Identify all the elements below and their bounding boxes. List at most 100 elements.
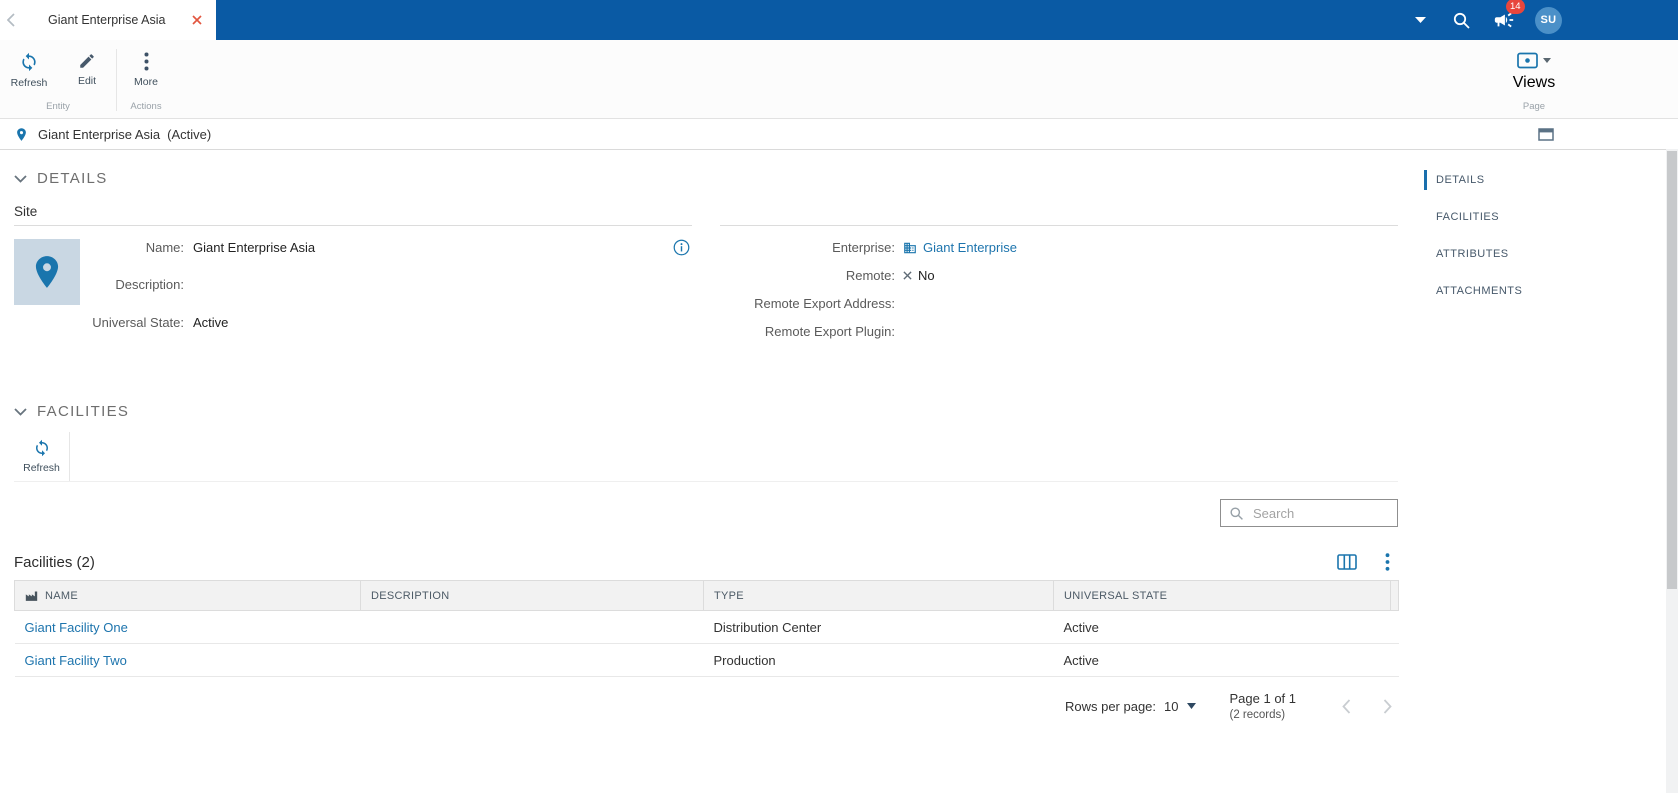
- column-header-universal-state[interactable]: UNIVERSAL STATE: [1053, 580, 1391, 611]
- remote-value: No: [903, 267, 1017, 284]
- site-subsection-title: Site: [14, 204, 38, 219]
- group-caption-entity: Entity: [46, 101, 70, 112]
- application-window: Giant Enterprise Asia 14 SU Refresh Edit…: [0, 0, 1678, 793]
- location-pin-icon: [17, 128, 26, 141]
- views-label: Views: [1512, 74, 1556, 91]
- topbar-actions: 14 SU: [1415, 0, 1562, 40]
- ribbon-toolbar: Refresh Edit Entity More Actions Views P…: [0, 40, 1678, 119]
- topbar: Giant Enterprise Asia 14 SU: [0, 0, 1678, 40]
- refresh-label: Refresh: [10, 77, 48, 89]
- name-value: Giant Enterprise Asia: [193, 240, 316, 255]
- facilities-search-box: [1220, 499, 1398, 527]
- cell-name: Giant Facility Two: [14, 643, 361, 677]
- grid-menu-button[interactable]: [1385, 553, 1390, 571]
- edit-label: Edit: [77, 75, 97, 87]
- cell-filler: [1390, 610, 1399, 644]
- page-label: Page 1 of 1: [1229, 691, 1297, 706]
- cell-type: Distribution Center: [703, 610, 1054, 644]
- nav-item-attachments[interactable]: ATTACHMENTS: [1424, 281, 1564, 301]
- chevron-left-icon: [1342, 698, 1351, 714]
- cell-description: [360, 643, 704, 677]
- cell-universal-state: Active: [1053, 643, 1391, 677]
- previous-page-button[interactable]: [1342, 698, 1351, 714]
- refresh-icon: [35, 439, 48, 457]
- entity-title: Giant Enterprise Asia: [38, 127, 161, 142]
- avatar[interactable]: SU: [1535, 6, 1562, 34]
- vertical-scrollbar[interactable]: [1666, 149, 1678, 793]
- remote-label: Remote:: [845, 268, 895, 283]
- facilities-toolbar: Refresh: [14, 432, 1398, 482]
- x-mark-icon: [903, 271, 912, 280]
- scrollbar-thumb[interactable]: [1667, 151, 1677, 589]
- facilities-list-title: Facilities (2): [14, 553, 95, 571]
- facilities-section-header[interactable]: FACILITIES: [14, 403, 1398, 420]
- cell-description: [360, 610, 704, 644]
- info-button[interactable]: [673, 239, 690, 256]
- pencil-icon: [80, 54, 94, 68]
- remote-export-address-label: Remote Export Address:: [754, 296, 895, 311]
- facilities-refresh-label: Refresh: [23, 462, 60, 474]
- chevron-down-icon: [14, 174, 27, 183]
- vertical-dots-icon: [1385, 553, 1390, 571]
- views-icon: [1517, 52, 1538, 69]
- main-content: DETAILS Site Name: Giant Enterprise Asia…: [0, 150, 1412, 721]
- site-image: [14, 239, 80, 305]
- table-header-row: NAME DESCRIPTION TYPE UNIVERSAL STATE: [14, 580, 1399, 611]
- nav-item-details[interactable]: DETAILS: [1424, 170, 1564, 190]
- rows-per-page-control[interactable]: Rows per page: 10: [1065, 699, 1196, 714]
- remote-value-text: No: [918, 268, 935, 283]
- notification-badge: 14: [1506, 0, 1525, 14]
- facilities-section: FACILITIES Refresh Facilities (2): [0, 340, 1412, 721]
- info-icon: [673, 239, 690, 256]
- column-header-description[interactable]: DESCRIPTION: [360, 580, 704, 611]
- details-section-header[interactable]: DETAILS: [14, 170, 1398, 187]
- facilities-refresh-button[interactable]: Refresh: [14, 432, 70, 481]
- facility-link[interactable]: Giant Facility One: [25, 620, 128, 635]
- column-header-type[interactable]: TYPE: [703, 580, 1054, 611]
- caret-down-icon: [1543, 58, 1551, 63]
- views-button[interactable]: Views: [1502, 44, 1566, 101]
- facility-icon: [25, 591, 38, 601]
- tab-list-dropdown-button[interactable]: [1415, 17, 1426, 23]
- caret-down-icon: [1415, 17, 1426, 23]
- global-search-button[interactable]: [1452, 11, 1471, 30]
- refresh-icon: [22, 52, 36, 72]
- details-right-column: Enterprise: Giant Enterprise Remote: No …: [720, 225, 1398, 340]
- facilities-list-header: Facilities (2): [14, 553, 1398, 571]
- building-icon: [904, 242, 916, 253]
- open-in-window-button[interactable]: [1538, 128, 1554, 141]
- records-label: (2 records): [1229, 709, 1286, 721]
- facility-link[interactable]: Giant Facility Two: [25, 653, 127, 668]
- enterprise-link[interactable]: Giant Enterprise: [923, 239, 1017, 256]
- next-page-button[interactable]: [1383, 698, 1392, 714]
- caret-down-icon: [1186, 703, 1196, 709]
- document-tab[interactable]: Giant Enterprise Asia: [22, 0, 216, 40]
- tab-scroll-left-button[interactable]: [0, 0, 22, 40]
- location-pin-icon: [35, 256, 59, 288]
- details-left-column: Name: Giant Enterprise Asia Description:…: [14, 225, 692, 340]
- section-nav: DETAILS FACILITIES ATTRIBUTES ATTACHMENT…: [1424, 170, 1564, 318]
- toolbar-group-page: Views Page: [1502, 40, 1566, 118]
- edit-button[interactable]: Edit: [58, 44, 116, 101]
- more-button[interactable]: More: [117, 44, 175, 101]
- popup-window-icon: [1538, 128, 1554, 141]
- universal-state-label: Universal State:: [92, 314, 184, 330]
- column-header-name[interactable]: NAME: [14, 580, 361, 611]
- facilities-search-input[interactable]: [1251, 504, 1389, 522]
- cell-filler: [1390, 643, 1399, 677]
- tab-close-button[interactable]: [188, 12, 206, 28]
- group-caption-page: Page: [1522, 101, 1546, 112]
- nav-item-attributes[interactable]: ATTRIBUTES: [1424, 244, 1564, 264]
- table-row: Giant Facility Two Production Active: [14, 643, 1399, 677]
- toolbar-group-entity: Refresh Edit Entity: [0, 40, 116, 118]
- cell-name: Giant Facility One: [14, 610, 361, 644]
- column-chooser-button[interactable]: [1337, 554, 1357, 570]
- tab-title: Giant Enterprise Asia: [48, 13, 166, 27]
- notifications-button[interactable]: 14: [1493, 0, 1525, 31]
- description-label: Description:: [115, 277, 184, 293]
- tab-strip: Giant Enterprise Asia: [0, 0, 216, 40]
- refresh-button[interactable]: Refresh: [0, 44, 58, 101]
- vertical-dots-icon: [144, 52, 148, 71]
- enterprise-label: Enterprise:: [832, 240, 895, 255]
- nav-item-facilities[interactable]: FACILITIES: [1424, 207, 1564, 227]
